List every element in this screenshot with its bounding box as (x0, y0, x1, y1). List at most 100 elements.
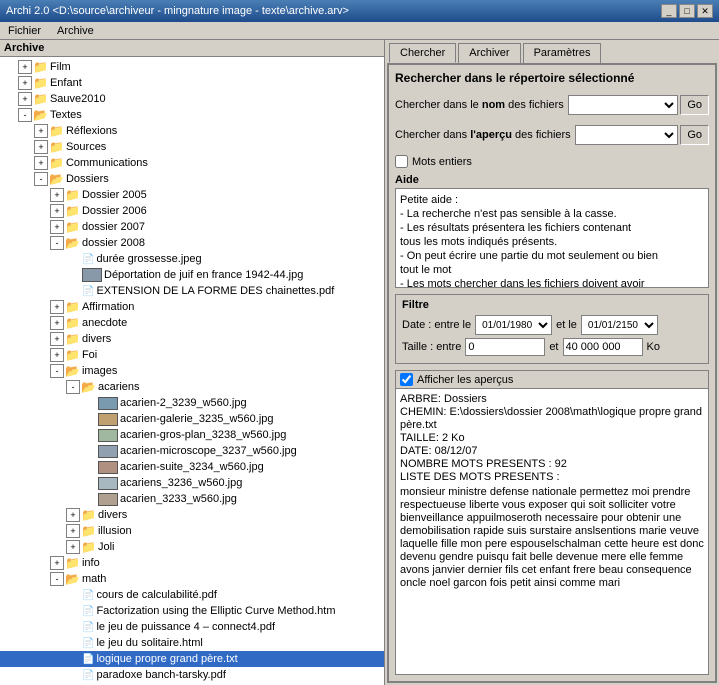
maximize-button[interactable]: □ (679, 4, 695, 18)
tree-item-sources[interactable]: + 📁 Sources (0, 139, 384, 155)
expander-acariens[interactable]: - (66, 380, 80, 394)
tree-item-ac7[interactable]: acarien_3233_w560.jpg (0, 491, 384, 507)
menu-fichier[interactable]: Fichier (4, 24, 45, 38)
tree-item-anecdote[interactable]: + 📁 anecdote (0, 315, 384, 331)
size-from-input[interactable] (465, 338, 545, 356)
tree-item-acariens[interactable]: - 📂 acariens (0, 379, 384, 395)
tree-item-file2[interactable]: Déportation de juif en france 1942-44.jp… (0, 267, 384, 283)
tree-item-ac2[interactable]: acarien-galerie_3235_w560.jpg (0, 411, 384, 427)
expander-film[interactable]: + (18, 60, 32, 74)
thumb-ac3 (98, 429, 118, 442)
tree-item-mf1[interactable]: 📄 cours de calculabilité.pdf (0, 587, 384, 603)
preview-search-select[interactable] (575, 125, 679, 145)
expander-communications[interactable]: + (34, 156, 48, 170)
tree-item-communications[interactable]: + 📁 Communications (0, 155, 384, 171)
tree-item-reflexions[interactable]: + 📁 Réflexions (0, 123, 384, 139)
tree-item-foi[interactable]: + 📁 Foi (0, 347, 384, 363)
folder-icon-communications: 📁 (49, 156, 64, 170)
tree-item-divers[interactable]: + 📁 divers (0, 331, 384, 347)
size-to-input[interactable] (563, 338, 643, 356)
label-file1: durée grossesse.jpeg (96, 253, 201, 265)
expander-dossier2007[interactable]: + (50, 220, 64, 234)
tree-item-film[interactable]: + 📁 Film (0, 59, 384, 75)
tree-item-file3[interactable]: 📄 EXTENSION DE LA FORME DES chainettes.p… (0, 283, 384, 299)
tree-item-ac4[interactable]: acarien-microscope_3237_w560.jpg (0, 443, 384, 459)
expander-joli[interactable]: + (66, 540, 80, 554)
tree-item-sauve2010[interactable]: + 📁 Sauve2010 (0, 91, 384, 107)
aide-line-1: - La recherche n'est pas sensible à la c… (400, 207, 704, 221)
label-math: math (82, 573, 106, 585)
tree-item-math[interactable]: - 📂 math (0, 571, 384, 587)
expander-affirmation[interactable]: + (50, 300, 64, 314)
expander-dossier2006[interactable]: + (50, 204, 64, 218)
tree-item-mf2[interactable]: 📄 Factorization using the Elliptic Curve… (0, 603, 384, 619)
expander-divers2[interactable]: + (66, 508, 80, 522)
result-taille: TAILLE: 2 Ko (400, 432, 704, 445)
label-anecdote: anecdote (82, 317, 127, 329)
tree-item-enfant[interactable]: + 📁 Enfant (0, 75, 384, 91)
tree-item-dossier2006[interactable]: + 📁 Dossier 2006 (0, 203, 384, 219)
tree-item-ac1[interactable]: acarien-2_3239_w560.jpg (0, 395, 384, 411)
tab-chercher[interactable]: Chercher (389, 43, 456, 63)
expander-sauve2010[interactable]: + (18, 92, 32, 106)
tree-item-illusion[interactable]: + 📁 illusion (0, 523, 384, 539)
folder-icon-info: 📁 (65, 556, 80, 570)
folder-icon-divers: 📁 (65, 332, 80, 346)
tree-item-affirmation[interactable]: + 📁 Affirmation (0, 299, 384, 315)
tree-item-mf3[interactable]: 📄 le jeu de puissance 4 – connect4.pdf (0, 619, 384, 635)
tree-item-mf6[interactable]: 📄 paradoxe banch-tarsky.pdf (0, 667, 384, 683)
date-to-select[interactable]: 01/01/2150 (581, 315, 658, 335)
expander-divers[interactable]: + (50, 332, 64, 346)
expander-info[interactable]: + (50, 556, 64, 570)
tree-item-divers2[interactable]: + 📁 divers (0, 507, 384, 523)
preview-search-go-button[interactable]: Go (680, 125, 709, 145)
label-ac3: acarien-gros-plan_3238_w560.jpg (120, 429, 286, 441)
filtre-section: Filtre Date : entre le 01/01/1980 et le … (395, 294, 709, 364)
tree-item-dossiers[interactable]: - 📂 Dossiers (0, 171, 384, 187)
tree-item-joli[interactable]: + 📁 Joli (0, 539, 384, 555)
expander-math[interactable]: - (50, 572, 64, 586)
tree-item-dossier2008[interactable]: - 📂 dossier 2008 (0, 235, 384, 251)
archive-header: Archive (0, 40, 384, 57)
mots-entiers-checkbox[interactable] (395, 155, 408, 168)
expander-anecdote[interactable]: + (50, 316, 64, 330)
result-texte: monsieur ministre defense nationale perm… (400, 486, 704, 590)
size-unit-label: Ko (647, 341, 660, 353)
tree-item-mf5[interactable]: 📄 logique propre grand père.txt (0, 651, 384, 667)
tab-bar: Chercher Archiver Paramètres (385, 40, 719, 63)
tree-item-dossier2005[interactable]: + 📁 Dossier 2005 (0, 187, 384, 203)
tree-item-ac6[interactable]: acariens_3236_w560.jpg (0, 475, 384, 491)
tree-item-mf4[interactable]: 📄 le jeu du solitaire.html (0, 635, 384, 651)
expander-dossier2005[interactable]: + (50, 188, 64, 202)
date-from-select[interactable]: 01/01/1980 (475, 315, 552, 335)
menu-archive[interactable]: Archive (53, 24, 98, 38)
tree-item-ac5[interactable]: acarien-suite_3234_w560.jpg (0, 459, 384, 475)
expander-foi[interactable]: + (50, 348, 64, 362)
tab-archiver[interactable]: Archiver (458, 43, 520, 63)
tree-item-file1[interactable]: 📄 durée grossesse.jpeg (0, 251, 384, 267)
preview-search-row: Chercher dans l'aperçu des fichiers Go (395, 125, 709, 145)
expander-dossiers[interactable]: - (34, 172, 48, 186)
tree-item-images[interactable]: - 📂 images (0, 363, 384, 379)
name-search-row: Chercher dans le nom des fichiers Go (395, 95, 709, 115)
tree-item-dossier2007[interactable]: + 📁 dossier 2007 (0, 219, 384, 235)
tree-item-info[interactable]: + 📁 info (0, 555, 384, 571)
name-search-go-button[interactable]: Go (680, 95, 709, 115)
expander-enfant[interactable]: + (18, 76, 32, 90)
afficher-checkbox[interactable] (400, 373, 413, 386)
name-search-select[interactable] (568, 95, 679, 115)
expander-dossier2008[interactable]: - (50, 236, 64, 250)
minimize-button[interactable]: _ (661, 4, 677, 18)
expander-textes[interactable]: - (18, 108, 32, 122)
expander-illusion[interactable]: + (66, 524, 80, 538)
label-illusion: illusion (98, 525, 132, 537)
thumb-ac7 (98, 493, 118, 506)
expander-reflexions[interactable]: + (34, 124, 48, 138)
close-button[interactable]: ✕ (697, 4, 713, 18)
menu-bar: Fichier Archive (0, 22, 719, 40)
expander-images[interactable]: - (50, 364, 64, 378)
tab-parametres[interactable]: Paramètres (523, 43, 602, 63)
expander-sources[interactable]: + (34, 140, 48, 154)
tree-item-textes[interactable]: - 📂 Textes (0, 107, 384, 123)
tree-item-ac3[interactable]: acarien-gros-plan_3238_w560.jpg (0, 427, 384, 443)
